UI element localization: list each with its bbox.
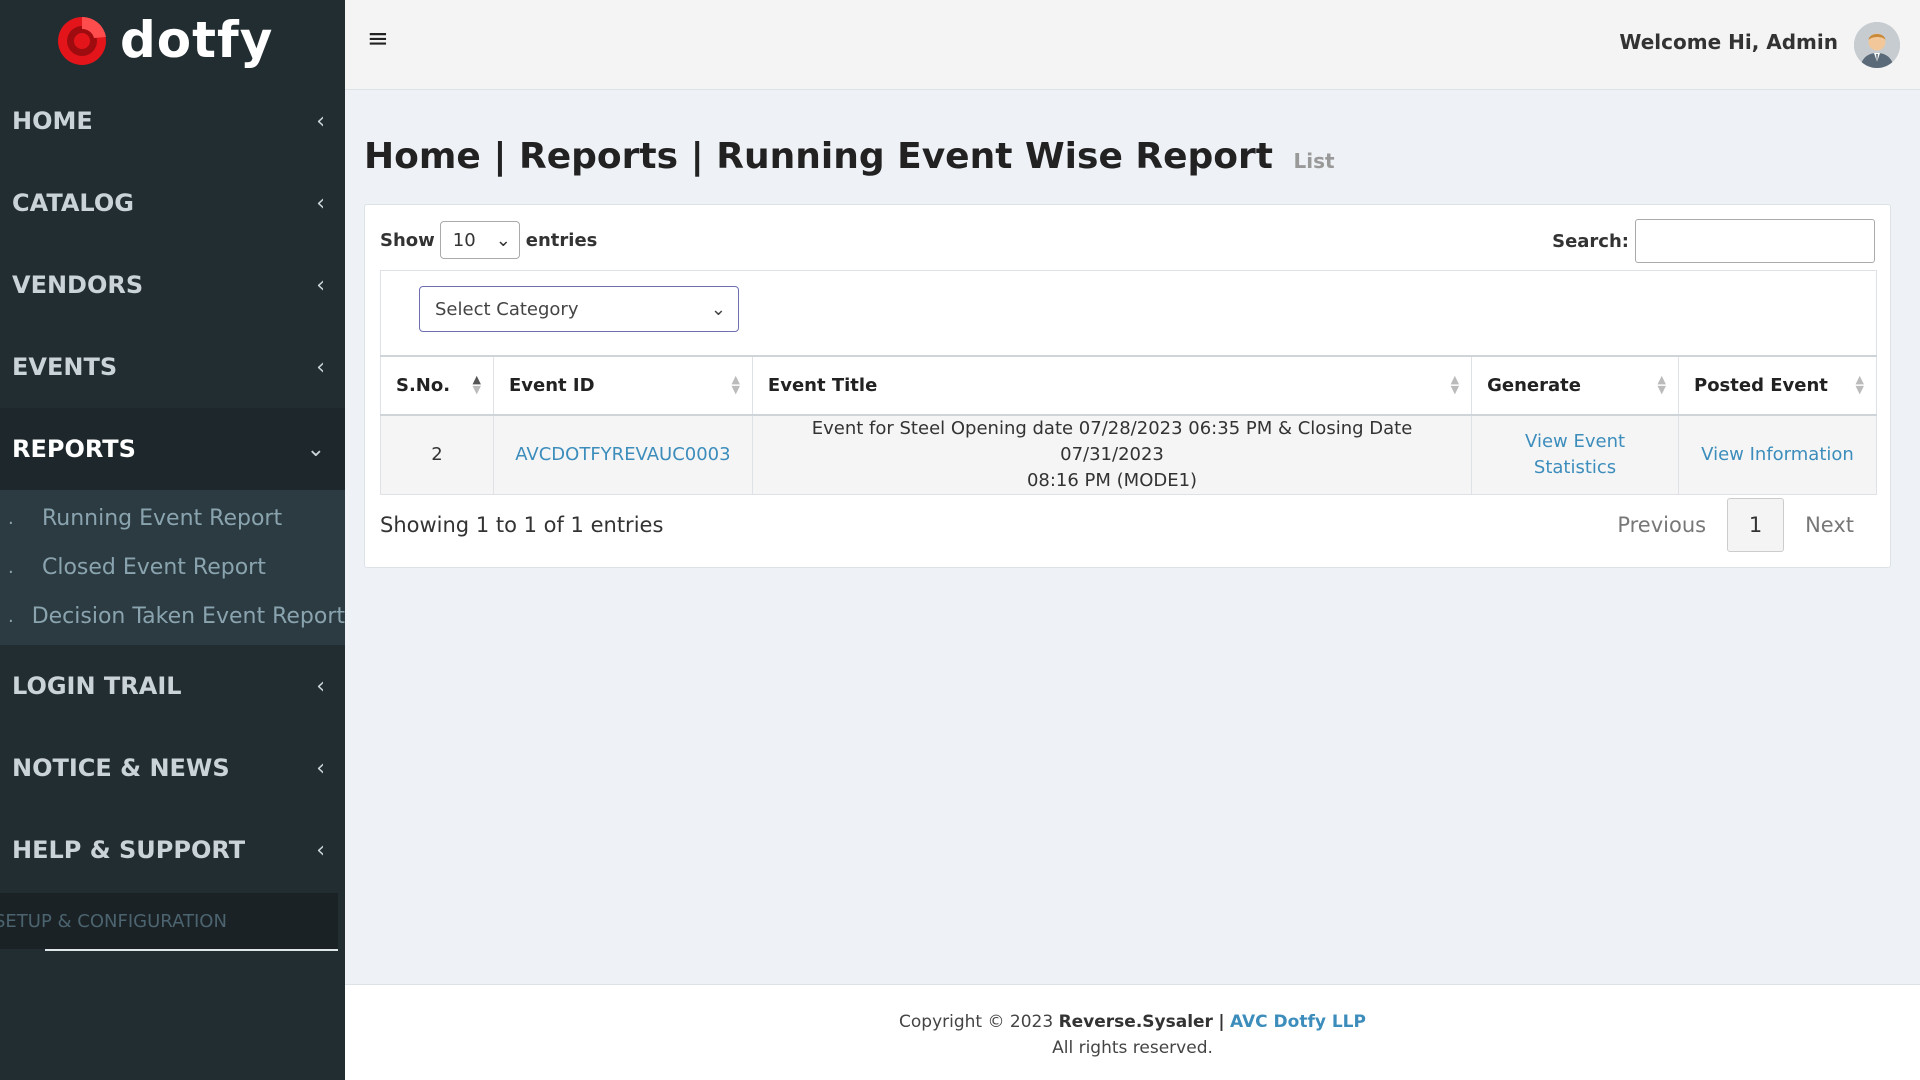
sidebar-item-label: HOME [12,107,93,135]
bullet-icon: . [8,508,14,529]
cell-posted-event: View Information [1678,414,1877,495]
table-row: 2 AVCDOTFYREVAUC0003 Event for Steel Ope… [380,414,1877,495]
footer: Copyright © 2023 Reverse.Sysaler | AVC D… [345,984,1920,1080]
column-header-event-title[interactable]: Event Title ▲ ▼ [751,355,1473,416]
dotfy-logo-icon [58,16,106,65]
submenu-item-label: Decision Taken Event Report [31,604,345,629]
column-header-posted-event[interactable]: Posted Event ▲ ▼ [1678,355,1877,416]
event-title-line-2: 08:16 PM (MODE1) [1026,470,1198,491]
search-label: Search: [1552,230,1629,252]
sidebar: dotfy HOME ‹ CATALOG ‹ VENDORS ‹ EVENTS … [0,0,345,1080]
brand-logo[interactable]: dotfy [0,0,345,80]
chevron-left-icon: ‹ [316,837,325,863]
sidebar-item-home[interactable]: HOME ‹ [0,80,345,162]
page-title: Home | Reports | Running Event Wise Repo… [364,136,1335,177]
cell-event-title: Event for Steel Opening date 07/28/2023 … [751,414,1473,495]
footer-company-link[interactable]: AVC Dotfy LLP [1230,1012,1366,1032]
page-length-value: 10 [452,229,476,251]
cell-sno: 2 [380,414,494,495]
sort-icon: ▲ ▼ [1450,373,1460,396]
sort-icon: ▲ ▼ [1855,373,1864,396]
chevron-left-icon: ‹ [316,755,325,781]
entries-label: entries [525,229,598,251]
chevron-left-icon: ‹ [316,108,325,134]
page-length-select[interactable]: 10 ⌄ [439,221,520,259]
sidebar-setup-configuration[interactable]: SETUP & CONFIGURATION [0,893,338,949]
sidebar-item-help-support[interactable]: HELP & SUPPORT ‹ [0,809,345,891]
sidebar-item-login-trail[interactable]: LOGIN TRAIL ‹ [0,645,345,727]
view-event-statistics-link[interactable]: View Event Statistics [1525,431,1625,478]
chevron-down-icon: ⌄ [710,298,726,320]
pagination: Previous 1 Next [1596,498,1875,552]
chevron-left-icon: ‹ [316,354,325,380]
event-title-line-1: Event for Steel Opening date 07/28/2023 … [811,418,1413,465]
category-select-value: Select Category [435,298,579,320]
top-header: ≡ Welcome Hi, Admin [345,0,1920,90]
next-button[interactable]: Next [1784,498,1875,552]
filter-area: Select Category ⌄ [380,270,1877,356]
breadcrumb: Home | Reports | Running Event Wise Repo… [364,136,1273,177]
sidebar-item-label: CATALOG [12,189,134,217]
sort-icon: ▲ ▼ [1657,373,1666,396]
view-information-link[interactable]: View Information [1701,444,1854,465]
bullet-icon: . [8,557,14,578]
sidebar-item-catalog[interactable]: CATALOG ‹ [0,162,345,244]
chevron-left-icon: ‹ [316,673,325,699]
submenu-item-decision-taken-event-report[interactable]: . Decision Taken Event Report [0,592,345,641]
welcome-text: Welcome Hi, Admin [1619,30,1838,54]
footer-separator: | [1218,1012,1225,1032]
category-select[interactable]: Select Category ⌄ [419,286,739,332]
page-button-current[interactable]: 1 [1727,498,1785,552]
column-header-sno[interactable]: S.No. ▲ ▼ [380,355,494,416]
chevron-down-icon: ⌄ [306,436,325,462]
cell-generate: View Event Statistics [1471,414,1679,495]
column-header-event-id[interactable]: Event ID ▲ ▼ [492,355,753,416]
sidebar-item-label: VENDORS [12,271,144,299]
sidebar-item-label: HELP & SUPPORT [12,836,246,864]
sidebar-item-notice-news[interactable]: NOTICE & NEWS ‹ [0,727,345,809]
table-header-row: S.No. ▲ ▼ Event ID ▲ ▼ Event Title ▲ ▼ Gene… [380,355,1877,416]
report-table: S.No. ▲ ▼ Event ID ▲ ▼ Event Title ▲ ▼ Gene… [380,355,1877,495]
sidebar-item-label: REPORTS [12,435,136,463]
sidebar-item-events[interactable]: EVENTS ‹ [0,326,345,408]
bullet-icon: . [8,606,14,627]
sidebar-divider [45,949,338,951]
page-length-control: Show 10 ⌄ entries [380,221,597,259]
show-label: Show [380,229,435,251]
copyright-prefix: Copyright © 2023 [899,1012,1054,1032]
user-avatar[interactable] [1854,22,1900,68]
submenu-item-running-event-report[interactable]: . Running Event Report [0,494,345,543]
report-box: Show 10 ⌄ entries Search: Select Categor… [364,204,1891,568]
copyright-line: Copyright © 2023 Reverse.Sysaler | AVC D… [345,1009,1920,1035]
chevron-left-icon: ‹ [316,190,325,216]
user-avatar-icon [1854,22,1900,68]
previous-button[interactable]: Previous [1596,498,1727,552]
chevron-left-icon: ‹ [316,272,325,298]
page-subtitle: List [1293,149,1335,173]
sidebar-item-label: EVENTS [12,353,118,381]
event-id-link[interactable]: AVCDOTFYREVAUC0003 [515,444,730,465]
submenu-item-label: Running Event Report [42,506,283,531]
chevron-down-icon: ⌄ [495,229,511,251]
submenu-item-label: Closed Event Report [42,555,266,580]
rights-reserved: All rights reserved. [1052,1038,1213,1058]
sidebar-item-label: NOTICE & NEWS [12,754,230,782]
footer-brand: Reverse.Sysaler [1058,1012,1213,1032]
sidebar-item-label: LOGIN TRAIL [12,672,182,700]
sort-asc-icon: ▲ ▼ [472,373,481,396]
search-input[interactable] [1635,219,1875,263]
sidebar-item-vendors[interactable]: VENDORS ‹ [0,244,345,326]
sort-icon: ▲ ▼ [731,373,740,396]
submenu-item-closed-event-report[interactable]: . Closed Event Report [0,543,345,592]
column-header-generate[interactable]: Generate ▲ ▼ [1471,355,1679,416]
reports-submenu: . Running Event Report . Closed Event Re… [0,490,345,645]
hamburger-icon[interactable]: ≡ [367,24,389,54]
cell-event-id: AVCDOTFYREVAUC0003 [492,414,753,495]
sidebar-item-reports[interactable]: REPORTS ⌄ [0,408,345,490]
brand-name: dotfy [120,11,274,69]
search-control: Search: [1552,219,1875,263]
table-info: Showing 1 to 1 of 1 entries [380,513,664,537]
